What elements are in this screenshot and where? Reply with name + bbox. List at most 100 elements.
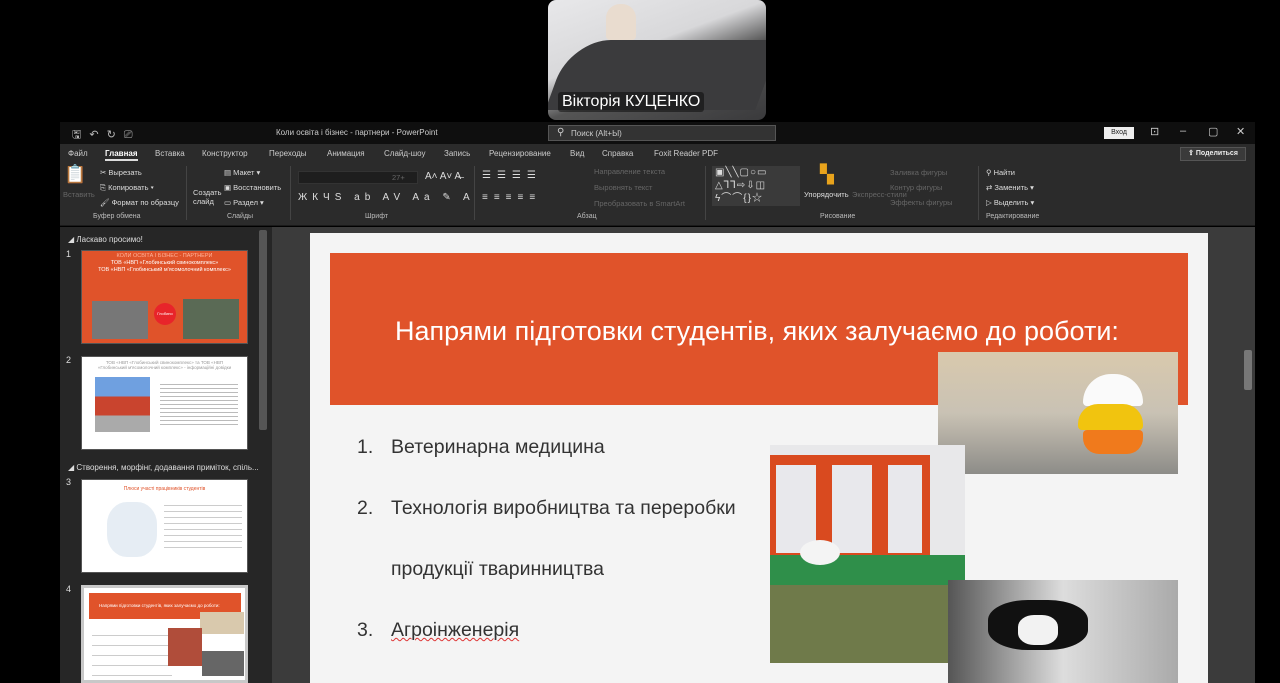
ribbon-tabs: Файл Главная Вставка Конструктор Переход…	[60, 144, 1255, 162]
shape-outline-button[interactable]: Контур фигуры	[890, 183, 942, 192]
editor-scrollbar[interactable]	[1244, 350, 1252, 390]
login-button[interactable]: Вход	[1104, 127, 1134, 139]
replace-label: Заменить	[994, 183, 1029, 192]
layout-button[interactable]: ▤ Макет ▾	[224, 168, 260, 177]
slide-title[interactable]: Напрями підготовки студентів, яких залуч…	[395, 316, 1119, 347]
group-drawing: Рисование	[820, 213, 856, 220]
search-input[interactable]: ⚲ Поиск (Alt+Ы)	[548, 125, 776, 141]
list-item[interactable]: 1. Ветеринарна медицина	[357, 436, 605, 459]
format-painter-label: Формат по образцу	[111, 198, 179, 207]
thumb-text: КОЛИ ОСВІТА І БІЗНЕС - ПАРТНЕРИ	[116, 253, 213, 259]
tab-foxit[interactable]: Foxit Reader PDF	[654, 149, 718, 158]
cut-button[interactable]: ✂ Вырезать	[100, 168, 142, 177]
section-label: Раздел	[233, 198, 258, 207]
slide-thumbnails-panel: ◢ Ласкаво просимо! 1 КОЛИ ОСВІТА І БІЗНЕ…	[60, 227, 272, 683]
format-painter-button[interactable]: 🖌 Формат по образцу	[100, 198, 179, 207]
select-label: Выделить	[993, 198, 1029, 207]
shape-fill-button[interactable]: Заливка фигуры	[890, 168, 947, 177]
thumb-bullets	[164, 500, 242, 550]
shape-effects-button[interactable]: Эффекты фигуры	[890, 198, 953, 207]
smartart-button[interactable]: Преобразовать в SmartArt	[594, 199, 685, 208]
tab-slideshow[interactable]: Слайд-шоу	[384, 149, 425, 158]
shapes-gallery[interactable]: ▣╲╲▢○▭ △⅂⅂⇨⇩◫ ϟ⌒⌒{}☆	[712, 166, 800, 206]
item-number: 1.	[357, 436, 374, 458]
group-editing: Редактирование	[986, 213, 1040, 220]
tab-home[interactable]: Главная	[105, 149, 138, 161]
tab-help[interactable]: Справка	[602, 149, 633, 158]
hard-hats-image[interactable]	[938, 352, 1178, 474]
new-slide-button[interactable]: Создать слайд	[193, 188, 223, 206]
minimize-icon[interactable]: –	[1180, 125, 1186, 137]
font-format-buttons[interactable]: ЖКЧS ab AV Aa ✎ A	[298, 192, 475, 203]
panel-scrollbar[interactable]	[259, 230, 267, 430]
font-size-input[interactable]: 27+	[392, 173, 405, 182]
cows-image[interactable]	[948, 580, 1178, 683]
participant-name: Вікторія КУЦЕНКО	[558, 92, 705, 112]
select-button[interactable]: ▷ Выделить ▾	[986, 198, 1034, 207]
section-title: Ласкаво просимо!	[76, 235, 143, 244]
arrange-icon: ▚	[820, 164, 834, 184]
thumb-image	[200, 612, 244, 634]
slide-number: 4	[66, 584, 72, 594]
slide-number: 3	[66, 477, 72, 487]
slide-thumbnail-2[interactable]: ТОВ «НВП «Глобинський свинокомплекс» та …	[81, 356, 248, 450]
thumb-text: ТОВ «НВП «Глобинський свинокомплекс» та …	[97, 360, 232, 370]
thumb-bullets	[92, 626, 172, 676]
group-font: Шрифт	[365, 213, 389, 220]
tab-design[interactable]: Конструктор	[202, 149, 248, 158]
item-number: 3.	[357, 619, 374, 641]
copy-button[interactable]: ⎘ Копировать ▾	[100, 183, 154, 193]
ribbon-display-icon[interactable]: ⊡	[1150, 125, 1159, 138]
quick-access-icons[interactable]: 🖫↶↻⎚	[72, 126, 141, 145]
search-placeholder: Поиск (Alt+Ы)	[571, 129, 622, 138]
group-slides: Слайды	[227, 213, 254, 220]
list-item[interactable]: продукції тваринництва	[357, 558, 604, 581]
tab-transitions[interactable]: Переходы	[269, 149, 307, 158]
share-button[interactable]: ⇪ Поделиться	[1180, 147, 1246, 161]
group-paragraph: Абзац	[577, 213, 597, 220]
tab-insert[interactable]: Вставка	[155, 149, 185, 158]
section-title: Створення, морфінг, додавання приміток, …	[76, 463, 259, 472]
tab-view[interactable]: Вид	[570, 149, 584, 158]
list-buttons[interactable]: ☰☰☰☰	[482, 170, 542, 181]
section-header-2[interactable]: ◢ Створення, морфінг, додавання приміток…	[68, 463, 259, 472]
list-item[interactable]: 3. Агроінженерія	[357, 619, 519, 642]
tab-record[interactable]: Запись	[444, 149, 470, 158]
reset-button[interactable]: ▣ Восстановить	[224, 183, 281, 192]
cut-label: Вырезать	[108, 168, 142, 177]
tab-review[interactable]: Рецензирование	[489, 149, 551, 158]
paste-button[interactable]: Вставить	[63, 190, 95, 199]
font-grow-shrink-buttons[interactable]: A˄ A˅ A̶	[425, 171, 461, 182]
align-buttons[interactable]: ≡≡≡≡≡	[482, 192, 541, 203]
group-clipboard: Буфер обмена	[93, 213, 141, 220]
participant-video-tile[interactable]: Вікторія КУЦЕНКО	[548, 0, 766, 120]
text-direction-button[interactable]: Направление текста	[594, 167, 665, 176]
section-button[interactable]: ▭ Раздел ▾	[224, 198, 264, 207]
list-item[interactable]: 2. Технологія виробництва та переробки	[357, 497, 736, 520]
section-header-1[interactable]: ◢ Ласкаво просимо!	[68, 235, 143, 244]
copy-label: Копировать	[108, 183, 149, 192]
close-icon[interactable]: ✕	[1236, 125, 1245, 138]
item-text: Агроінженерія	[391, 619, 520, 641]
thumb-image	[92, 301, 148, 339]
restore-icon[interactable]: ▢	[1208, 125, 1218, 138]
slide-thumbnail-3[interactable]: Плюси участі працівників студентів	[81, 479, 248, 573]
item-text: Технологія виробництва та переробки	[391, 497, 736, 519]
replace-button[interactable]: ⇄ Заменить ▾	[986, 183, 1034, 192]
participant-figure	[606, 4, 636, 40]
thumb-logo: Глобино	[154, 303, 176, 325]
slide-number: 1	[66, 249, 72, 259]
share-icon: ⇪	[1188, 150, 1196, 157]
item-text: Ветеринарна медицина	[391, 436, 605, 458]
arrange-button[interactable]: Упорядочить	[804, 190, 849, 199]
tab-file[interactable]: Файл	[68, 149, 88, 158]
tab-animations[interactable]: Анимация	[327, 149, 365, 158]
align-text-button[interactable]: Выровнять текст	[594, 183, 652, 192]
find-button[interactable]: ⚲ Найти	[986, 168, 1015, 177]
slide-thumbnail-1[interactable]: КОЛИ ОСВІТА І БІЗНЕС - ПАРТНЕРИ ТОВ «НВП…	[81, 250, 248, 344]
slide-number: 2	[66, 355, 72, 365]
farm-building-image[interactable]	[770, 445, 965, 663]
ribbon: 📋 Вставить ✂ Вырезать ⎘ Копировать ▾ 🖌 Ф…	[60, 162, 1255, 226]
reset-label: Восстановить	[233, 183, 282, 192]
slide-thumbnail-4[interactable]: Напрями підготовки студентів, яких залуч…	[81, 585, 248, 683]
